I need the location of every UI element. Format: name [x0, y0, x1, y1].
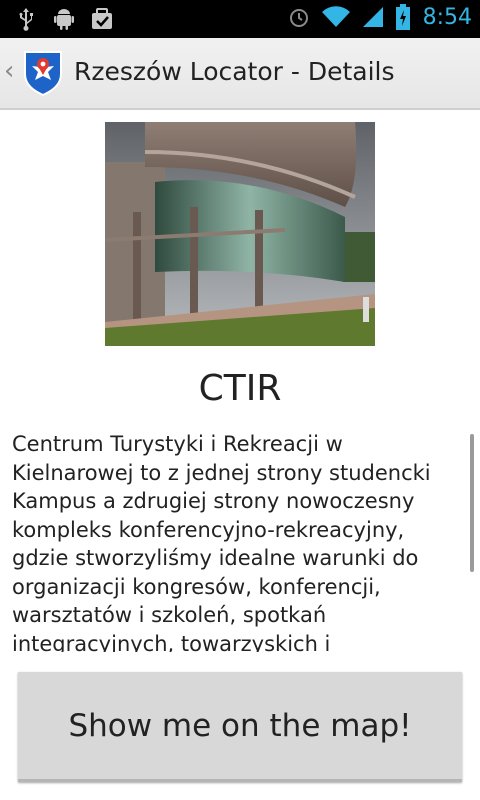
rzeszow-coat-of-arms-icon[interactable]: [22, 50, 64, 97]
show-on-map-button[interactable]: Show me on the map!: [18, 672, 462, 782]
alarm-icon: [287, 4, 311, 30]
description-scrollbar[interactable]: [470, 434, 474, 572]
status-bar-notifications: [14, 6, 114, 32]
description-scroll-area[interactable]: Centrum Turystyki i Rekreacji w Kielnaro…: [12, 430, 468, 652]
task-check-icon: [90, 6, 114, 32]
place-photo: [105, 122, 375, 346]
up-navigation-icon[interactable]: ‹: [4, 56, 14, 86]
place-description: Centrum Turystyki i Rekreacji w Kielnaro…: [12, 432, 431, 652]
place-name: CTIR: [198, 368, 282, 409]
usb-icon: [14, 6, 38, 32]
android-debug-icon: [52, 6, 76, 32]
status-bar: 8:54: [0, 0, 480, 38]
signal-icon: [361, 4, 385, 30]
action-bar: ‹ Rzeszów Locator - Details: [0, 38, 480, 110]
app-title: Rzeszów Locator - Details: [74, 57, 395, 86]
clock-time: 8:54: [422, 4, 472, 30]
status-bar-system-icons: 8:54: [287, 4, 472, 30]
battery-icon: [395, 4, 411, 30]
wifi-icon: [321, 4, 351, 30]
